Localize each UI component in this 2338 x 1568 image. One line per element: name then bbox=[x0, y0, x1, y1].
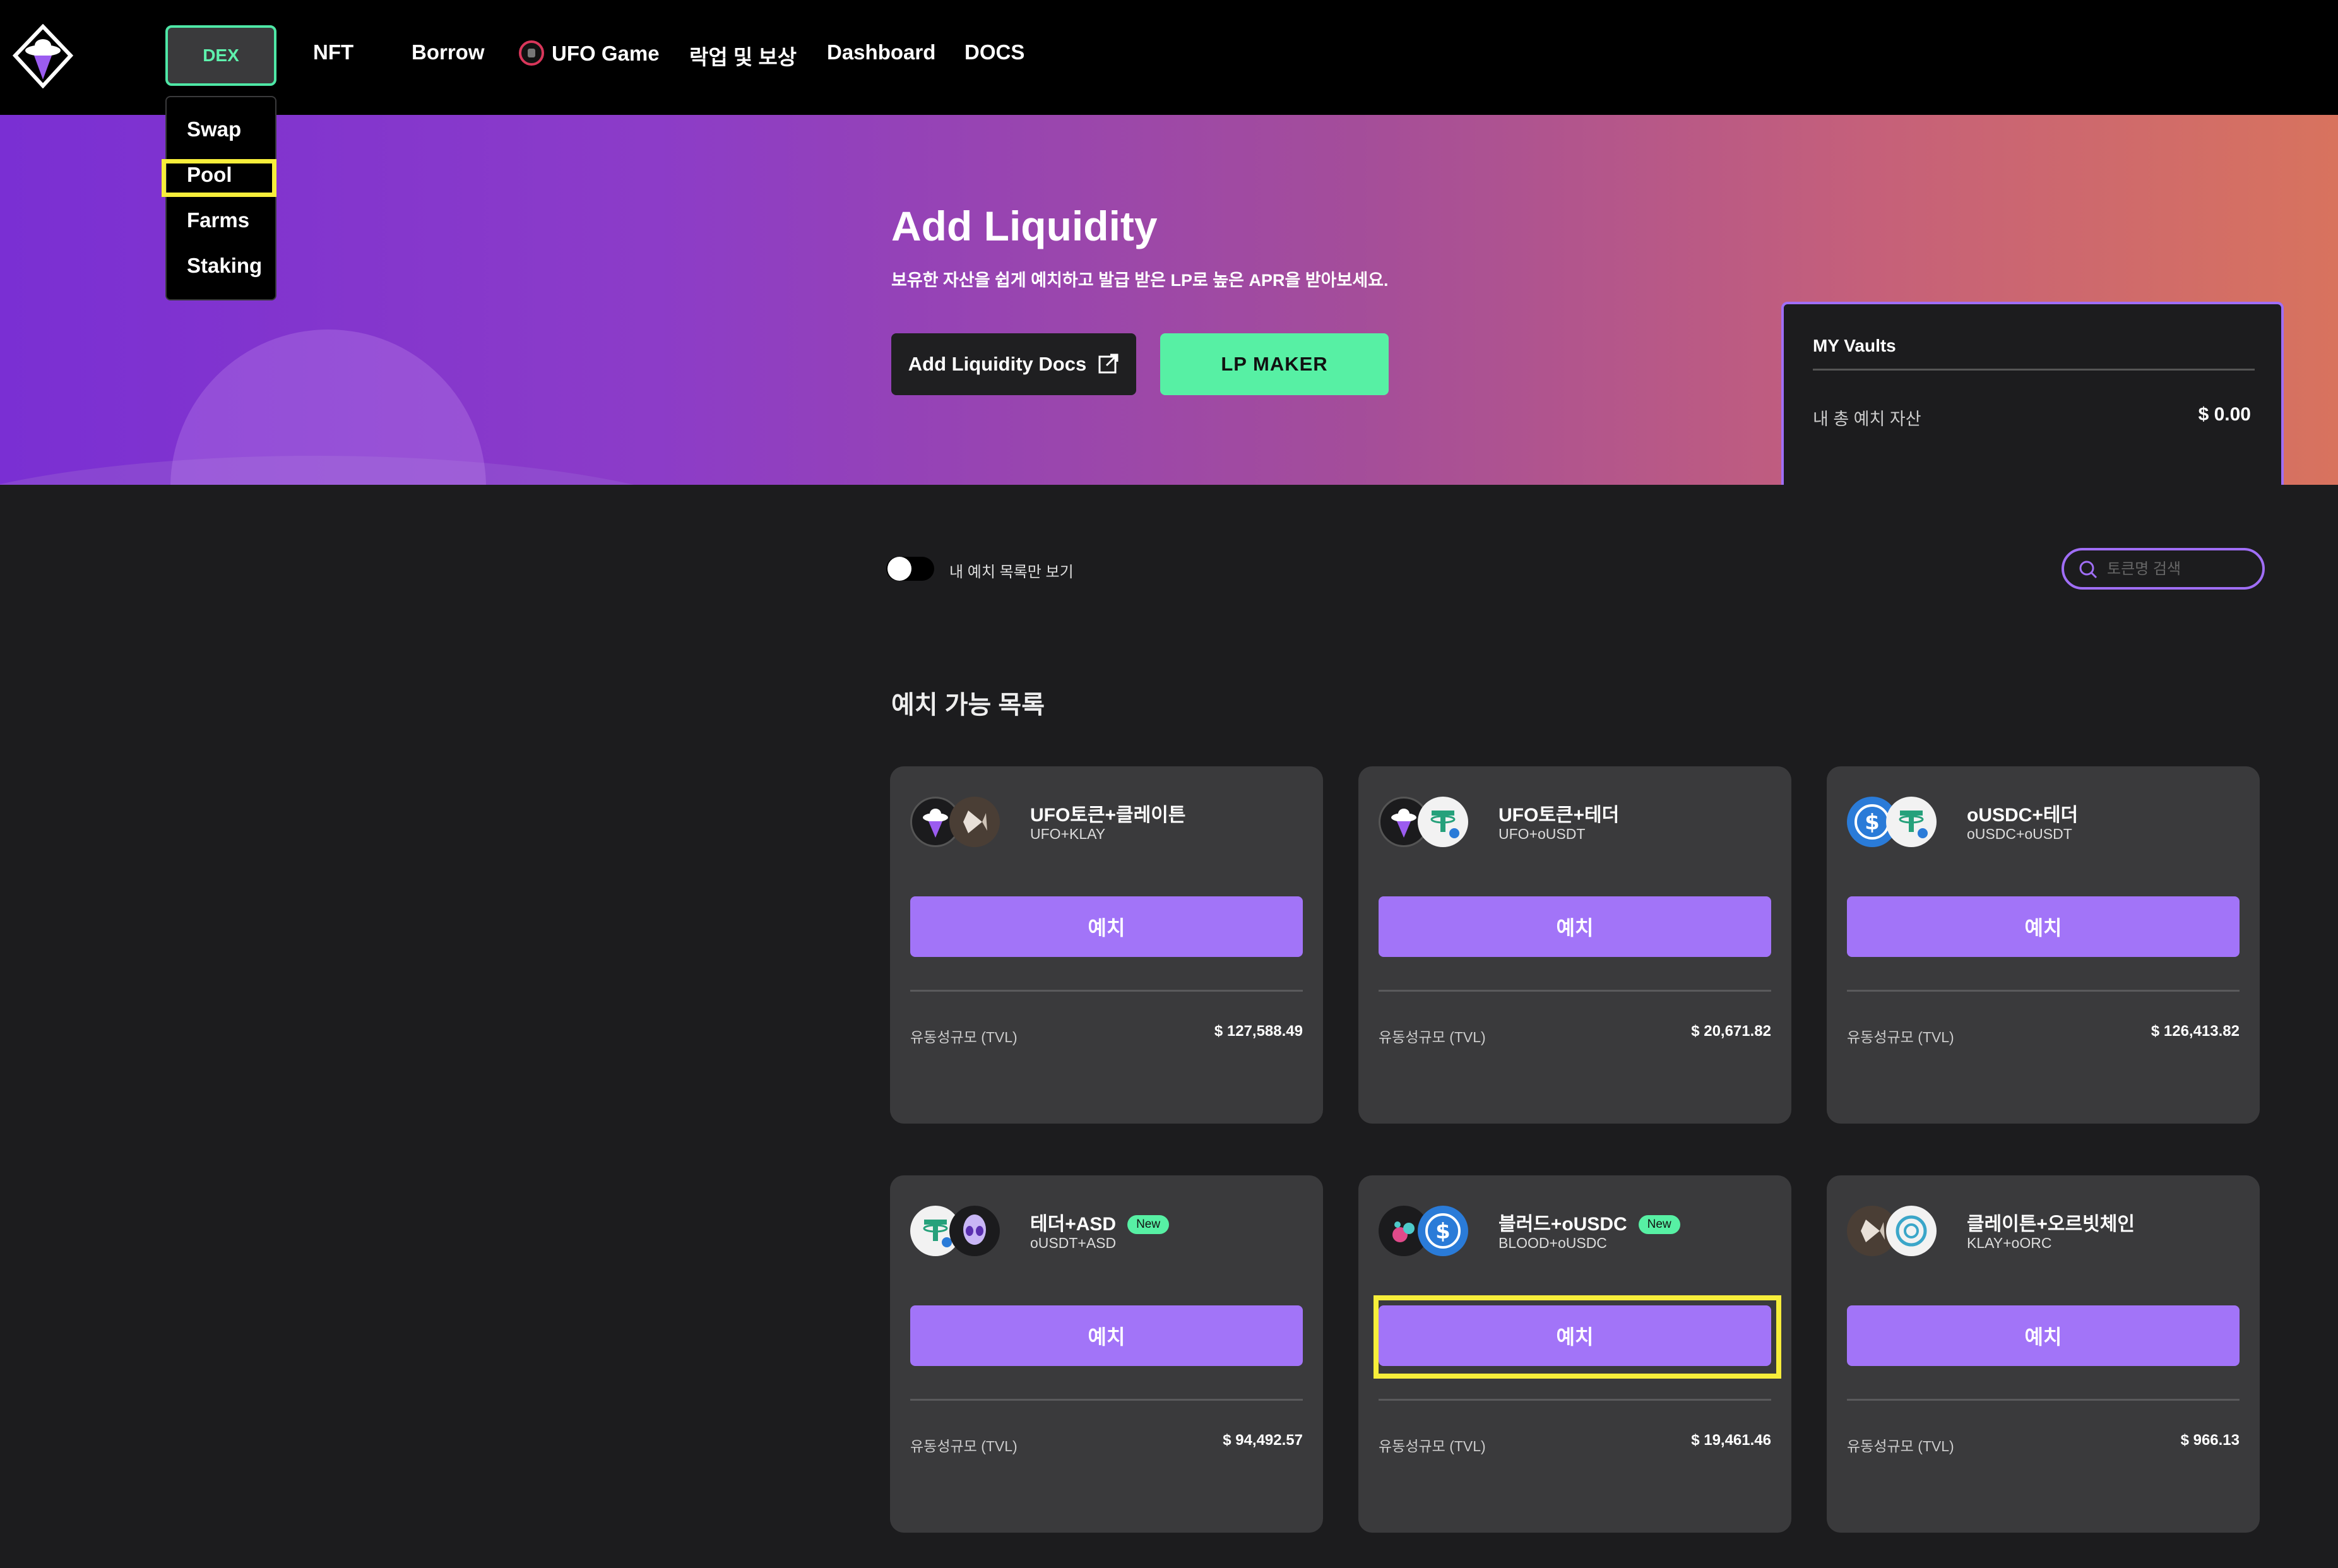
asd-token-icon bbox=[949, 1206, 1000, 1256]
dex-dropdown-menu: Swap Pool Farms Staking bbox=[165, 96, 276, 300]
vaults-title: MY Vaults bbox=[1813, 336, 1896, 355]
new-badge: New bbox=[1638, 1215, 1680, 1234]
tvl-value: $ 19,461.46 bbox=[1691, 1432, 1771, 1449]
deposit-button[interactable]: 예치 bbox=[1379, 896, 1771, 957]
pool-name: 클레이튼+오르빗체인 bbox=[1967, 1214, 2135, 1235]
my-deposits-toggle[interactable] bbox=[886, 557, 934, 581]
tvl-value: $ 127,588.49 bbox=[1214, 1023, 1303, 1040]
token-pair-icons: $ bbox=[1379, 1206, 1469, 1257]
top-navigation: DEX NFT Borrow UFO Game 락업 및 보상 Dashboar… bbox=[0, 0, 2338, 115]
tvl-value: $ 20,671.82 bbox=[1691, 1023, 1771, 1040]
nav-borrow[interactable]: Borrow bbox=[412, 40, 485, 64]
card-divider bbox=[910, 990, 1303, 992]
token-pair-icons bbox=[910, 797, 1001, 848]
token-pair-icons bbox=[1379, 797, 1469, 848]
new-badge: New bbox=[1127, 1215, 1170, 1234]
tvl-label: 유동성규모 (TVL) bbox=[910, 1438, 1018, 1454]
card-divider bbox=[1847, 990, 2240, 992]
ufo-logo-icon[interactable] bbox=[12, 23, 74, 89]
svg-text:$: $ bbox=[1435, 1219, 1451, 1244]
pool-name: oUSDC+테더 bbox=[1967, 805, 2079, 826]
tvl-label: 유동성규모 (TVL) bbox=[1379, 1029, 1486, 1045]
pool-pair: UFO+oUSDT bbox=[1498, 826, 1586, 842]
token-pair-icons bbox=[1847, 1206, 1938, 1257]
nav-docs[interactable]: DOCS bbox=[964, 40, 1024, 64]
external-link-icon bbox=[1098, 353, 1119, 374]
deposit-button[interactable]: 예치 bbox=[1847, 896, 2240, 957]
pool-pair: BLOOD+oUSDC bbox=[1498, 1235, 1607, 1251]
pool-card-ousdt-asd: 테더+ASD New oUSDT+ASD 예치 유동성규모 (TVL) $ 94,… bbox=[890, 1175, 1323, 1533]
nav-dashboard[interactable]: Dashboard bbox=[827, 40, 935, 64]
tvl-label: 유동성규모 (TVL) bbox=[1847, 1438, 1954, 1454]
vaults-total-value: $ 0.00 bbox=[2198, 404, 2251, 425]
token-pair-icons: $ bbox=[1847, 797, 1938, 848]
nav-nft[interactable]: NFT bbox=[313, 40, 353, 64]
pool-name: 테더+ASD New bbox=[1030, 1208, 1170, 1236]
menu-item-staking[interactable]: Staking bbox=[187, 254, 262, 278]
pool-pair: UFO+KLAY bbox=[1030, 826, 1106, 842]
pool-card-ousdc-ousdt: $ oUSDC+테더 oUSDC+oUSDT 예치 유동성규모 (TVL) $ … bbox=[1827, 766, 2260, 1124]
vaults-total-label: 내 총 예치 자산 bbox=[1813, 410, 1921, 429]
card-divider bbox=[1847, 1399, 2240, 1401]
tether-token-icon bbox=[1886, 797, 1937, 847]
pool-name-text: 테더+ASD bbox=[1030, 1214, 1117, 1235]
search-icon bbox=[2079, 561, 2098, 579]
pool-card-ufo-ousdt: UFO토큰+테더 UFO+oUSDT 예치 유동성규모 (TVL) $ 20,6… bbox=[1358, 766, 1791, 1124]
orbit-token-icon bbox=[1886, 1206, 1937, 1256]
vaults-divider bbox=[1813, 369, 2255, 371]
pool-name: UFO토큰+클레이튼 bbox=[1030, 805, 1186, 826]
svg-text:$: $ bbox=[1865, 810, 1880, 835]
my-vaults-panel: MY Vaults 내 총 예치 자산 $ 0.00 bbox=[1781, 302, 2284, 485]
card-divider bbox=[1379, 990, 1771, 992]
deposit-button[interactable]: 예치 bbox=[910, 896, 1303, 957]
pool-name-text: 블러드+oUSDC bbox=[1498, 1214, 1627, 1235]
pool-pair: oUSDC+oUSDT bbox=[1967, 826, 2072, 842]
menu-item-farms[interactable]: Farms bbox=[187, 208, 249, 232]
tvl-value: $ 94,492.57 bbox=[1223, 1432, 1303, 1449]
tvl-label: 유동성규모 (TVL) bbox=[1379, 1438, 1486, 1454]
hero-banner: Add Liquidity 보유한 자산을 쉽게 예치하고 발급 받은 LP로 … bbox=[0, 115, 2338, 485]
nav-ufo-game-label: UFO Game bbox=[552, 42, 660, 65]
pool-name: UFO토큰+테더 bbox=[1498, 805, 1620, 826]
pool-pair: KLAY+oORC bbox=[1967, 1235, 2052, 1251]
page-title: Add Liquidity bbox=[891, 203, 1158, 249]
pool-pair: oUSDT+ASD bbox=[1030, 1235, 1117, 1251]
menu-item-swap[interactable]: Swap bbox=[187, 117, 241, 141]
tether-token-icon bbox=[1418, 797, 1468, 847]
ufo-game-icon bbox=[519, 40, 544, 66]
pool-name: 블러드+oUSDC New bbox=[1498, 1208, 1680, 1236]
tvl-value: $ 966.13 bbox=[2180, 1432, 2240, 1449]
hero-moon-decoration bbox=[170, 330, 486, 485]
token-pair-icons bbox=[910, 1206, 1001, 1257]
toggle-knob bbox=[887, 557, 911, 581]
docs-button-label: Add Liquidity Docs bbox=[908, 353, 1087, 375]
page-subtitle: 보유한 자산을 쉽게 예치하고 발급 받은 LP로 높은 APR을 받아보세요. bbox=[891, 271, 1389, 290]
deposit-button[interactable]: 예치 bbox=[1847, 1305, 2240, 1366]
tvl-label: 유동성규모 (TVL) bbox=[910, 1029, 1018, 1045]
card-divider bbox=[1379, 1399, 1771, 1401]
token-search-box[interactable] bbox=[2062, 548, 2265, 590]
nav-ufo-game[interactable]: UFO Game bbox=[519, 40, 660, 66]
pool-card-klay-oorc: 클레이튼+오르빗체인 KLAY+oORC 예치 유동성규모 (TVL) $ 96… bbox=[1827, 1175, 2260, 1533]
tvl-label: 유동성규모 (TVL) bbox=[1847, 1029, 1954, 1045]
add-liquidity-docs-button[interactable]: Add Liquidity Docs bbox=[891, 333, 1136, 395]
pool-highlight-box bbox=[162, 159, 276, 197]
section-title: 예치 가능 목록 bbox=[891, 691, 1045, 719]
usdc-token-icon: $ bbox=[1418, 1206, 1468, 1256]
nav-dex[interactable]: DEX bbox=[165, 25, 276, 86]
search-input[interactable] bbox=[2107, 557, 2252, 582]
card-divider bbox=[910, 1399, 1303, 1401]
nav-lockup-rewards[interactable]: 락업 및 보상 bbox=[689, 40, 797, 71]
pool-card-ufo-klay: UFO토큰+클레이튼 UFO+KLAY 예치 유동성규모 (TVL) $ 127… bbox=[890, 766, 1323, 1124]
deposit-button[interactable]: 예치 bbox=[910, 1305, 1303, 1366]
tvl-value: $ 126,413.82 bbox=[2151, 1023, 2240, 1040]
my-deposits-toggle-label: 내 예치 목록만 보기 bbox=[949, 564, 1074, 581]
lp-maker-button[interactable]: LP MAKER bbox=[1160, 333, 1389, 395]
deposit-button-highlight-box bbox=[1374, 1295, 1781, 1379]
klay-token-icon bbox=[949, 797, 1000, 847]
